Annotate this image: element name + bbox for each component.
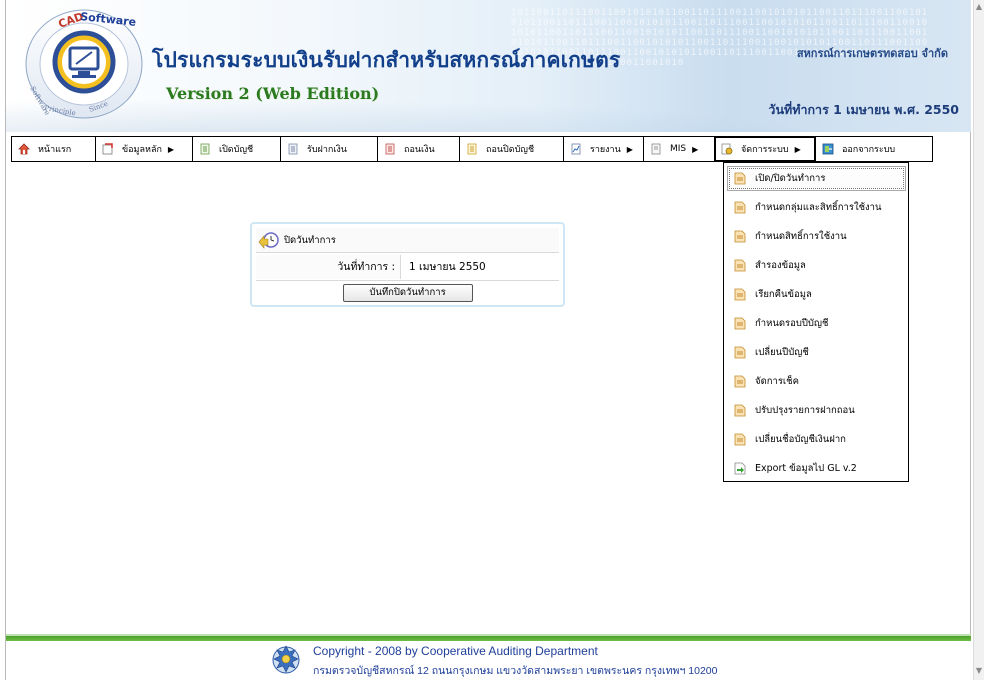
dropdown-item-manage-cheques[interactable]: จัดการเช็ค — [727, 369, 906, 394]
work-date-row: วันที่ทำการ : 1 เมษายน 2550 — [256, 255, 559, 279]
dropdown-item-label: เรียกคืนข้อมูล — [755, 289, 812, 300]
menu-mis-label: MIS — [670, 144, 687, 154]
save-close-day-button[interactable]: บันทึกปิดวันทำการ — [342, 283, 473, 302]
page-icon — [734, 317, 746, 330]
menu-reports[interactable]: รายงาน ▶ — [564, 137, 644, 161]
panel-button-row: บันทึกปิดวันทำการ — [256, 280, 559, 304]
settings-page-icon — [721, 143, 733, 155]
header-banner: 1011001101110011001010101100110111001100… — [6, 0, 971, 132]
panel-header: ปิดวันทำการ — [256, 228, 559, 253]
dropdown-item-fiscal-period[interactable]: กำหนดรอบปีบัญชี — [727, 311, 906, 336]
page-icon — [734, 259, 746, 272]
menu-logout-label: ออกจากระบบ — [842, 145, 896, 155]
dropdown-item-export-gl[interactable]: Export ข้อมูลไป GL v.2 — [727, 456, 906, 481]
organization-name: สหกรณ์การเกษตรทดสอบ จำกัด — [796, 47, 948, 60]
menu-open-account[interactable]: เปิดบัญชี — [193, 137, 281, 161]
page-icon — [734, 404, 746, 417]
submenu-arrow-icon: ▶ — [794, 144, 801, 154]
page-icon — [734, 288, 746, 301]
dropdown-item-label: กำหนดกลุ่มและสิทธิ์การใช้งาน — [755, 202, 882, 213]
dropdown-item-group-permissions[interactable]: กำหนดกลุ่มและสิทธิ์การใช้งาน — [727, 195, 906, 220]
report-icon — [571, 143, 581, 155]
work-date-label: วันที่ทำการ 1 เมษายน พ.ศ. 2550 — [768, 102, 959, 117]
page-icon — [734, 201, 746, 214]
system-admin-dropdown: เปิด/ปิดวันทำการ กำหนดกลุ่มและสิทธิ์การใ… — [723, 162, 909, 482]
work-date-field-label: วันที่ทำการ : — [256, 255, 401, 279]
page-icon — [734, 346, 746, 359]
submenu-arrow-icon: ▶ — [626, 144, 633, 154]
page-icon — [734, 172, 746, 185]
exit-icon — [822, 143, 834, 155]
scroll-down-arrow-icon[interactable]: ▼ — [974, 666, 984, 678]
home-icon — [18, 143, 30, 155]
menu-close-account-label: ถอนปิดบัญชี — [486, 145, 535, 155]
menu-withdraw-label: ถอนเงิน — [404, 145, 435, 155]
dropdown-item-label: สำรองข้อมูล — [755, 260, 806, 271]
cad-software-center-logo: CAD Software Software Principle Since — [25, 9, 143, 119]
dropdown-item-label: เปลี่ยนชื่อบัญชีเงินฝาก — [755, 434, 846, 445]
app-title: โปรแกรมระบบเงินรับฝากสำหรับสหกรณ์ภาคเกษต… — [152, 48, 621, 72]
page-icon — [734, 230, 746, 243]
menu-mis[interactable]: MIS ▶ — [644, 137, 715, 161]
dropdown-item-change-fiscal-year[interactable]: เปลี่ยนปีบัญชี — [727, 340, 906, 365]
menu-reports-label: รายงาน — [590, 145, 621, 155]
dropdown-item-label: กำหนดรอบปีบัญชี — [755, 318, 829, 329]
submenu-arrow-icon: ▶ — [167, 144, 175, 154]
dropdown-item-adjust-transactions[interactable]: ปรับปรุงรายการฝากถอน — [727, 398, 906, 423]
menu-close-account[interactable]: ถอนปิดบัญชี — [460, 137, 564, 161]
menu-deposit-label: รับฝากเงิน — [307, 145, 347, 155]
menu-system-admin[interactable]: จัดการระบบ ▶ — [715, 137, 816, 161]
document-icon — [288, 143, 298, 155]
dropdown-item-open-close-day[interactable]: เปิด/ปิดวันทำการ — [727, 166, 906, 191]
panel-title: ปิดวันทำการ — [284, 234, 336, 246]
menu-system-admin-label: จัดการระบบ — [741, 145, 789, 155]
scroll-up-arrow-icon[interactable]: ▲ — [974, 2, 984, 14]
menu-master-data-label: ข้อมูลหลัก — [122, 145, 162, 155]
vertical-scrollbar[interactable]: ▲ ▼ — [973, 0, 984, 680]
menu-home-label: หน้าแรก — [38, 145, 72, 155]
dropdown-item-label: เปิด/ปิดวันทำการ — [755, 173, 826, 184]
export-icon — [734, 462, 746, 475]
folder-icon — [102, 143, 113, 155]
menu-logout[interactable]: ออกจากระบบ — [816, 137, 932, 161]
footer: Copyright - 2008 by Cooperative Auditing… — [6, 641, 971, 680]
submenu-arrow-icon: ▶ — [692, 144, 699, 154]
page-icon — [734, 433, 746, 446]
dropdown-item-label: ปรับปรุงรายการฝากถอน — [755, 405, 855, 416]
close-day-panel: ปิดวันทำการ วันที่ทำการ : 1 เมษายน 2550 … — [250, 222, 565, 307]
document-icon — [200, 143, 210, 155]
department-emblem-icon — [272, 645, 300, 674]
menu-deposit[interactable]: รับฝากเงิน — [281, 137, 378, 161]
menu-withdraw[interactable]: ถอนเงิน — [378, 137, 460, 161]
dropdown-item-label: จัดการเช็ค — [755, 376, 799, 387]
main-menubar: หน้าแรก ข้อมูลหลัก ▶ เปิดบัญชี รับฝากเงิ… — [11, 136, 933, 162]
work-date-field-value: 1 เมษายน 2550 — [409, 261, 486, 273]
menu-master-data[interactable]: ข้อมูลหลัก ▶ — [96, 137, 193, 161]
dropdown-item-rename-account[interactable]: เปลี่ยนชื่อบัญชีเงินฝาก — [727, 427, 906, 452]
document-icon — [385, 143, 395, 155]
dropdown-item-label: Export ข้อมูลไป GL v.2 — [755, 463, 857, 474]
dropdown-item-restore[interactable]: เรียกคืนข้อมูล — [727, 282, 906, 307]
page-icon — [734, 375, 746, 388]
address-text: กรมตรวจบัญชีสหกรณ์ 12 ถนนกรุงเกษม แขวงวั… — [313, 665, 718, 677]
dropdown-item-label: กำหนดสิทธิ์การใช้งาน — [755, 231, 847, 242]
menu-home[interactable]: หน้าแรก — [12, 137, 96, 161]
copyright-text: Copyright - 2008 by Cooperative Auditing… — [313, 644, 598, 658]
dropdown-item-user-permissions[interactable]: กำหนดสิทธิ์การใช้งาน — [727, 224, 906, 249]
clock-icon — [258, 232, 279, 249]
version-label: Version 2 (Web Edition) — [166, 84, 380, 103]
menu-open-account-label: เปิดบัญชี — [219, 145, 254, 155]
document-icon — [467, 143, 477, 155]
page-icon — [651, 143, 661, 155]
dropdown-item-label: เปลี่ยนปีบัญชี — [755, 347, 809, 358]
dropdown-item-backup[interactable]: สำรองข้อมูล — [727, 253, 906, 278]
